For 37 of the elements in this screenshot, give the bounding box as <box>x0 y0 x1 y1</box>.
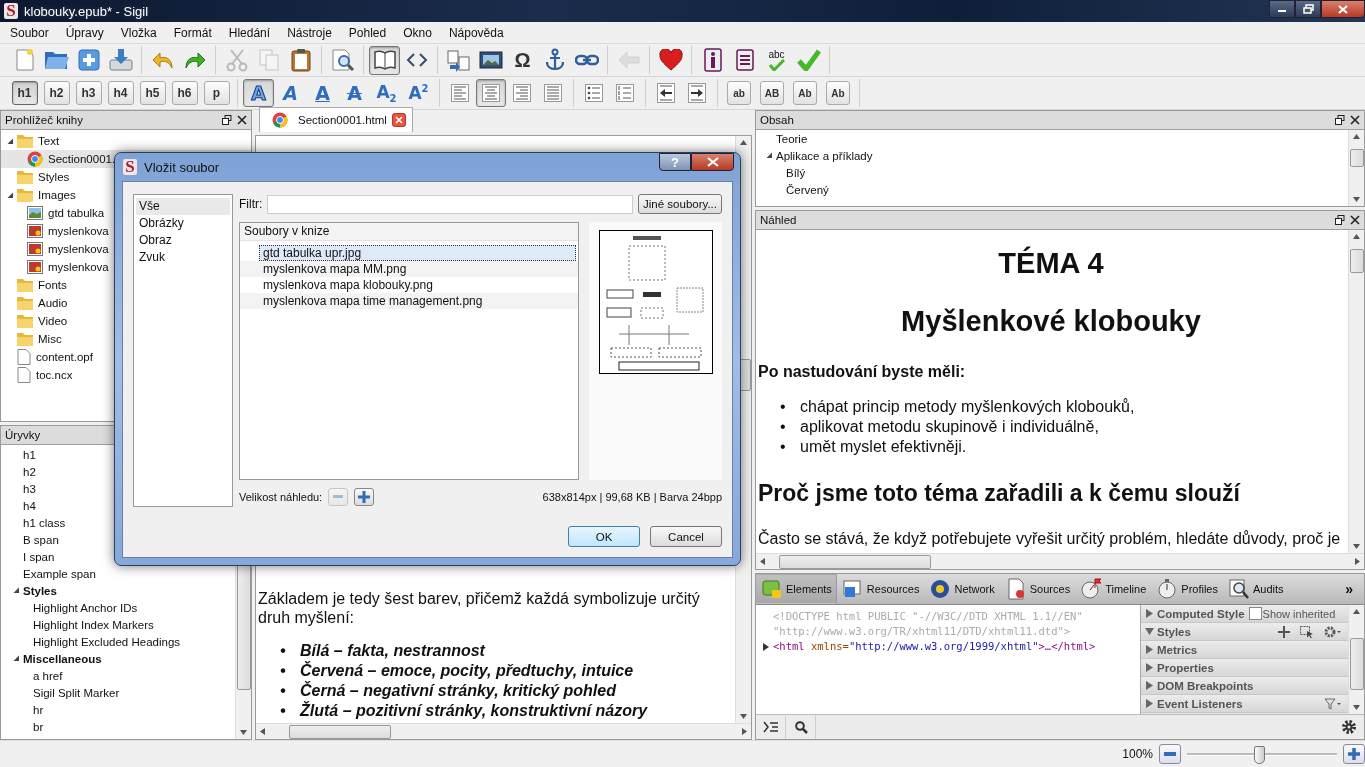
bullet: • <box>280 661 287 681</box>
image-info: 638x814px | 99,68 KB | Barva 24bpp <box>542 491 722 503</box>
dialog-title: Vložit soubor <box>144 159 221 175</box>
list-header: Soubory v knize <box>240 223 578 241</box>
bullet: • <box>280 701 287 721</box>
list-item: aplikovat metodu skupinově i individuálně, <box>800 417 1100 437</box>
list-item: Červená – emoce, pocity, předtuchy, intuice <box>300 661 635 681</box>
preview-subheading: Proč jsme toto téma zařadili a k čemu slouží <box>758 479 1242 507</box>
code-line: <html xmlns="http://www.w3.org/1999/xhtml">…</html> <box>773 639 1096 654</box>
panel-title: Náhled <box>760 214 797 226</box>
panel-title: Prohlížeč knihy <box>5 114 83 126</box>
app-logo: S <box>123 159 137 175</box>
bullet: • <box>280 681 287 701</box>
editor-paragraph: Základem je tedy šest barev, přičemž každá symbolizuje určitý druh myšlení: <box>258 589 701 627</box>
list-item: Bílá – fakta, nestrannost <box>300 641 487 661</box>
zoom-level: 100% <box>1122 747 1153 761</box>
code-line: <!DOCTYPE html PUBLIC "-//W3C//DTD XHTML 1.1//EN" <box>772 609 1084 624</box>
app-logo: S <box>4 3 18 19</box>
preview-heading: TÉMA 4 <box>997 246 1105 280</box>
bullet: • <box>280 641 287 661</box>
window-title: klobouky.epub* - Sigil <box>24 3 150 19</box>
preview-size-label: Velikost náhledu: <box>239 491 323 503</box>
panel-title: Úryvky <box>5 429 41 441</box>
bullet: • <box>780 397 787 417</box>
bullet: • <box>780 437 787 457</box>
preview-heading: Myšlenkové klobouky <box>900 304 1202 338</box>
list-item: umět myslet efektivněji. <box>800 437 968 457</box>
filter-label: Filtr: <box>239 197 263 211</box>
list-item: Žlutá – pozitivní stránky, konstruktivní názory <box>300 701 649 721</box>
list-item: Černá – negativní stránky, kritický pohled <box>300 681 618 701</box>
list-item: chápat princip metody myšlenkových klobouků, <box>800 397 1136 417</box>
code-line: "http://www.w3.org/TR/xhtml11/DTD/xhtml11.dtd"> <box>772 624 1072 639</box>
panel-title: Obsah <box>760 114 794 126</box>
bullet: • <box>780 417 787 437</box>
preview-lead: Po nastudování byste měli: <box>758 362 967 381</box>
preview-paragraph: Často se stává, že když potřebujete vyřešit určitý problém, hledáte důvody, proč je <box>758 529 1342 548</box>
tab-label: Section0001.html <box>298 114 387 126</box>
